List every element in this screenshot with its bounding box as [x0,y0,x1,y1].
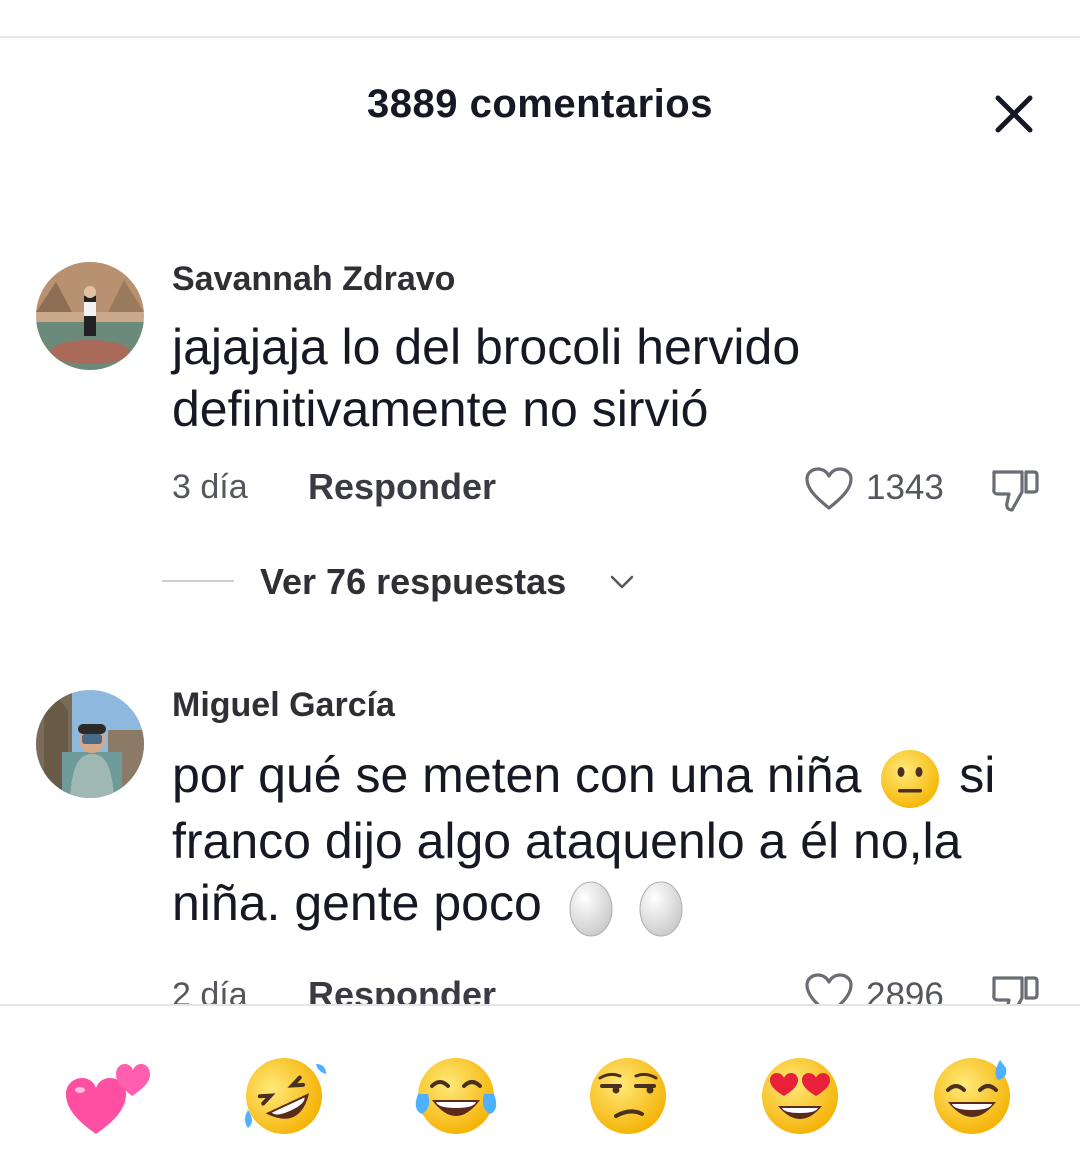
comment-age: 3 día [172,468,248,506]
reply-button[interactable]: Responder [308,974,496,1004]
sweat-smile-emoji[interactable] [926,1050,1018,1142]
like-count: 1343 [866,468,944,507]
chevron-down-icon[interactable] [608,568,636,596]
comments-list[interactable]: Savannah Zdravo jajajaja lo del brocoli … [0,0,1080,1004]
unamused-face-emoji[interactable] [582,1050,674,1142]
heart-icon[interactable] [804,972,854,1004]
rolling-laughing-emoji[interactable] [238,1050,330,1142]
comment-username[interactable]: Savannah Zdravo [172,260,455,299]
comment-username[interactable]: Miguel García [172,686,395,725]
comment-text: por qué se meten con una niña si franco … [172,744,1052,938]
dislike-icon[interactable] [988,466,1042,516]
heart-eyes-emoji[interactable] [754,1050,846,1142]
neutral-face-emoji [881,749,940,808]
egg-emoji [569,881,613,937]
like-count: 2896 [866,976,944,1004]
reply-button[interactable]: Responder [308,466,496,508]
replies-divider [162,580,234,582]
comment-age: 2 día [172,976,248,1004]
dislike-icon[interactable] [988,972,1042,1004]
comment-text: jajajaja lo del brocoli hervido definiti… [172,319,801,437]
tears-of-joy-emoji[interactable] [410,1050,502,1142]
emoji-bar [0,1006,1080,1174]
view-replies-button[interactable]: Ver 76 respuestas [260,561,566,603]
two-hearts-emoji[interactable] [62,1050,154,1142]
heart-icon[interactable] [804,466,854,512]
egg-emoji [639,881,683,937]
comment-text-part: por qué se meten con una niña [172,747,862,803]
avatar[interactable] [36,262,144,370]
avatar[interactable] [36,690,144,798]
